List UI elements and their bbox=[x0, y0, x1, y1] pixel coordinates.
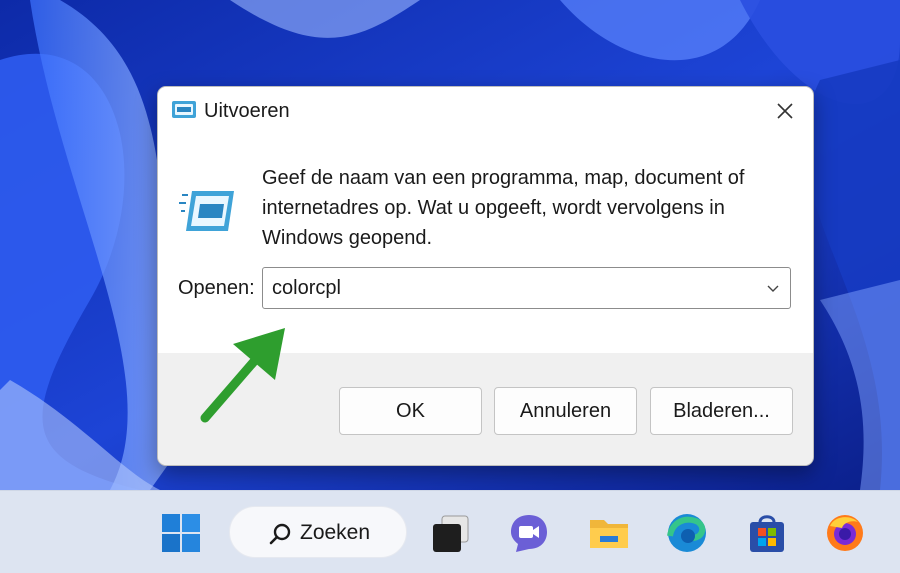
chevron-down-icon[interactable] bbox=[765, 280, 781, 296]
taskbar-search[interactable]: Zoeken bbox=[229, 506, 407, 558]
close-button[interactable] bbox=[757, 87, 813, 135]
cancel-button[interactable]: Annuleren bbox=[494, 387, 637, 435]
file-explorer-icon[interactable] bbox=[588, 512, 630, 554]
edge-icon[interactable] bbox=[666, 512, 708, 554]
search-icon bbox=[269, 523, 291, 545]
ok-button[interactable]: OK bbox=[339, 387, 482, 435]
open-combobox[interactable]: colorcpl bbox=[262, 267, 791, 309]
task-view-icon[interactable] bbox=[430, 512, 472, 554]
search-label: Zoeken bbox=[300, 521, 371, 544]
dialog-title: Uitvoeren bbox=[204, 100, 290, 122]
close-icon bbox=[777, 103, 793, 119]
title-bar[interactable]: Uitvoeren bbox=[158, 87, 813, 135]
open-label: Openen: bbox=[178, 277, 255, 299]
run-large-icon bbox=[179, 191, 234, 231]
firefox-icon[interactable] bbox=[824, 512, 866, 554]
microsoft-store-icon[interactable] bbox=[746, 512, 788, 554]
run-app-icon bbox=[172, 101, 196, 118]
windows-start-icon[interactable] bbox=[160, 512, 202, 554]
open-input[interactable]: colorcpl bbox=[272, 277, 341, 300]
taskbar: Zoeken bbox=[0, 490, 900, 573]
browse-button[interactable]: Bladeren... bbox=[650, 387, 793, 435]
teams-chat-icon[interactable] bbox=[508, 512, 550, 554]
annotation-arrow-icon bbox=[200, 328, 285, 423]
dialog-description: Geef de naam van een programma, map, doc… bbox=[262, 167, 745, 249]
